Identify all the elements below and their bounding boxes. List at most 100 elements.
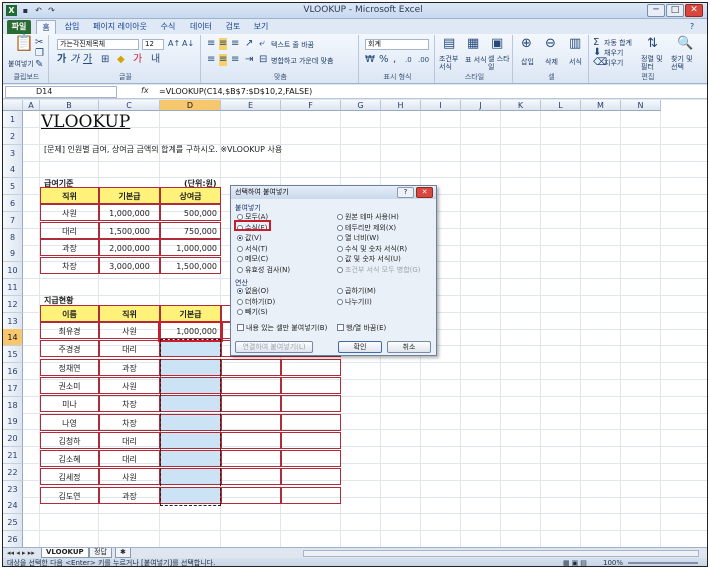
table1-cell-salary[interactable]: 1,000,000 [99, 204, 160, 221]
underline-icon[interactable]: 가 [83, 54, 92, 66]
table2-cell-salary[interactable] [160, 431, 221, 449]
format-as-table-button[interactable]: 표 서식 [465, 55, 487, 65]
clear-button[interactable]: 지우기 [604, 58, 623, 68]
column-header-g[interactable]: G [341, 100, 381, 111]
paste-button[interactable]: 붙여넣기 [8, 59, 34, 69]
sheet-tab-vlookup[interactable]: VLOOKUP [41, 548, 89, 558]
paste-option[interactable]: 값(V) [237, 234, 262, 243]
paste-option[interactable]: 서식(T) [237, 245, 268, 254]
table2-cell-name[interactable]: 권소미 [40, 376, 99, 394]
phonetic-icon[interactable]: 내 [151, 54, 160, 66]
operation-option[interactable]: 곱하기(M) [337, 287, 376, 296]
zoom-level[interactable]: 100% [603, 558, 623, 566]
table2-cell-blank-f[interactable] [281, 486, 341, 504]
table2-cell-blank-f[interactable] [281, 413, 341, 431]
table2-cell-name[interactable]: 정채연 [40, 358, 99, 376]
operation-option[interactable]: 없음(O) [237, 287, 269, 296]
column-header-b[interactable]: B [40, 100, 99, 111]
table2-cell-blank-f[interactable] [281, 358, 341, 376]
table1-cell-position[interactable]: 대리 [40, 221, 99, 239]
row-header-11[interactable]: 11 [3, 279, 23, 296]
row-header-17[interactable]: 17 [3, 379, 23, 397]
table2-cell-blank-e[interactable] [221, 413, 281, 431]
table2-cell-position[interactable]: 사원 [99, 468, 160, 486]
tab-formulas[interactable]: 수식 [157, 20, 179, 34]
table2-cell-name[interactable]: 나영 [40, 413, 99, 431]
table2-cell-blank-e[interactable] [221, 358, 281, 376]
column-header-i[interactable]: I [421, 100, 461, 111]
table2-cell-name[interactable]: 김청하 [40, 431, 99, 449]
row-header-21[interactable]: 21 [3, 447, 23, 464]
border-icon[interactable]: ⊞ [101, 54, 109, 66]
name-box[interactable]: D14 [5, 86, 117, 98]
zoom-slider[interactable] [628, 562, 698, 564]
table2-cell-position[interactable]: 과장 [99, 486, 160, 504]
table1-cell-salary[interactable]: 2,000,000 [99, 239, 160, 256]
percent-icon[interactable]: % [379, 54, 389, 66]
paste-icon[interactable]: 📋 [14, 35, 34, 51]
column-header-n[interactable]: N [621, 100, 661, 111]
table2-cell-blank-e[interactable] [221, 486, 281, 504]
tab-file[interactable]: 파일 [7, 20, 31, 34]
table1-cell-position[interactable]: 과장 [40, 239, 99, 256]
currency-icon[interactable]: ₩ [365, 54, 375, 66]
table1-cell-salary[interactable]: 3,000,000 [99, 256, 160, 274]
column-header-c[interactable]: C [99, 100, 160, 111]
table1-cell-bonus[interactable]: 1,000,000 [160, 239, 221, 256]
transpose-checkbox[interactable]: 행/열 바꿈(E) [337, 324, 386, 333]
dialog-help-button[interactable]: ? [397, 187, 414, 198]
cancel-button[interactable]: 취소 [387, 341, 431, 353]
sort-filter-button[interactable]: 정렬 및 필터 [641, 55, 667, 71]
operation-option[interactable]: 빼기(S) [237, 308, 268, 317]
table2-cell-salary[interactable] [160, 340, 221, 358]
conditional-format-icon[interactable]: ▤ [443, 37, 455, 50]
wrap-text-button[interactable]: 텍스트 줄 바꿈 [271, 40, 314, 50]
sheet-nav-arrows[interactable]: ◂◂ ◂ ▸ ▸▸ [7, 549, 35, 558]
format-painter-icon[interactable]: ✎ [35, 59, 43, 71]
excel-logo-icon[interactable]: X [6, 5, 17, 16]
comma-icon[interactable]: , [393, 54, 396, 66]
indent-icon[interactable]: ⇥ [245, 54, 253, 66]
table2-cell-salary[interactable] [160, 358, 221, 376]
format-as-table-icon[interactable]: ▦ [467, 37, 479, 50]
shrink-font-icon[interactable]: A↓ [182, 38, 194, 50]
table2-cell-name[interactable]: 김소혜 [40, 450, 99, 468]
function-icon[interactable]: fx [141, 86, 149, 95]
operation-option[interactable]: 더하기(D) [237, 298, 275, 307]
sheet-tab-answer[interactable]: 정답 [89, 548, 112, 558]
tab-review[interactable]: 검토 [222, 20, 244, 34]
row-header-3[interactable]: 3 [3, 144, 23, 162]
table2-cell-salary[interactable] [160, 395, 221, 413]
row-header-19[interactable]: 19 [3, 413, 23, 431]
find-select-icon[interactable]: 🔍 [677, 37, 693, 50]
column-header-f[interactable]: F [281, 100, 341, 111]
new-sheet-icon[interactable]: ✱ [115, 548, 131, 558]
align-top-icon[interactable]: ≡ [207, 38, 215, 50]
help-icon[interactable]: ? [686, 20, 698, 34]
font-size-combo[interactable]: 12 [142, 39, 164, 50]
table2-cell-name[interactable]: 최유경 [40, 322, 99, 339]
row-header-25[interactable]: 25 [3, 514, 23, 532]
dialog-close-button[interactable]: ✕ [416, 187, 433, 198]
minimize-button[interactable]: ─ [647, 4, 665, 17]
table1-cell-bonus[interactable]: 500,000 [160, 204, 221, 221]
orientation-icon[interactable]: ↗ [245, 38, 253, 50]
row-header-26[interactable]: 26 [3, 531, 23, 547]
number-format-combo[interactable]: 회계 [365, 39, 429, 50]
align-bottom-icon[interactable]: ≡ [231, 38, 239, 50]
table2-cell-position[interactable]: 사원 [99, 322, 160, 339]
cell-styles-icon[interactable]: ▣ [491, 37, 503, 50]
fill-color-icon[interactable]: ◆ [117, 54, 125, 66]
tab-data[interactable]: 데이터 [186, 20, 216, 34]
close-button[interactable]: ✕ [685, 4, 703, 17]
merge-center-button[interactable]: 병합하고 가운데 맞춤 [271, 56, 333, 66]
row-header-13[interactable]: 13 [3, 312, 23, 330]
undo-icon[interactable]: ↶ [33, 5, 44, 16]
tab-view[interactable]: 보기 [250, 20, 272, 34]
table2-cell-salary[interactable] [160, 486, 221, 504]
table2-cell-blank-e[interactable] [221, 395, 281, 413]
table2-cell-name[interactable]: 김세정 [40, 468, 99, 486]
row-header-5[interactable]: 5 [3, 178, 23, 196]
row-header-4[interactable]: 4 [3, 161, 23, 179]
table2-cell-blank-e[interactable] [221, 450, 281, 468]
